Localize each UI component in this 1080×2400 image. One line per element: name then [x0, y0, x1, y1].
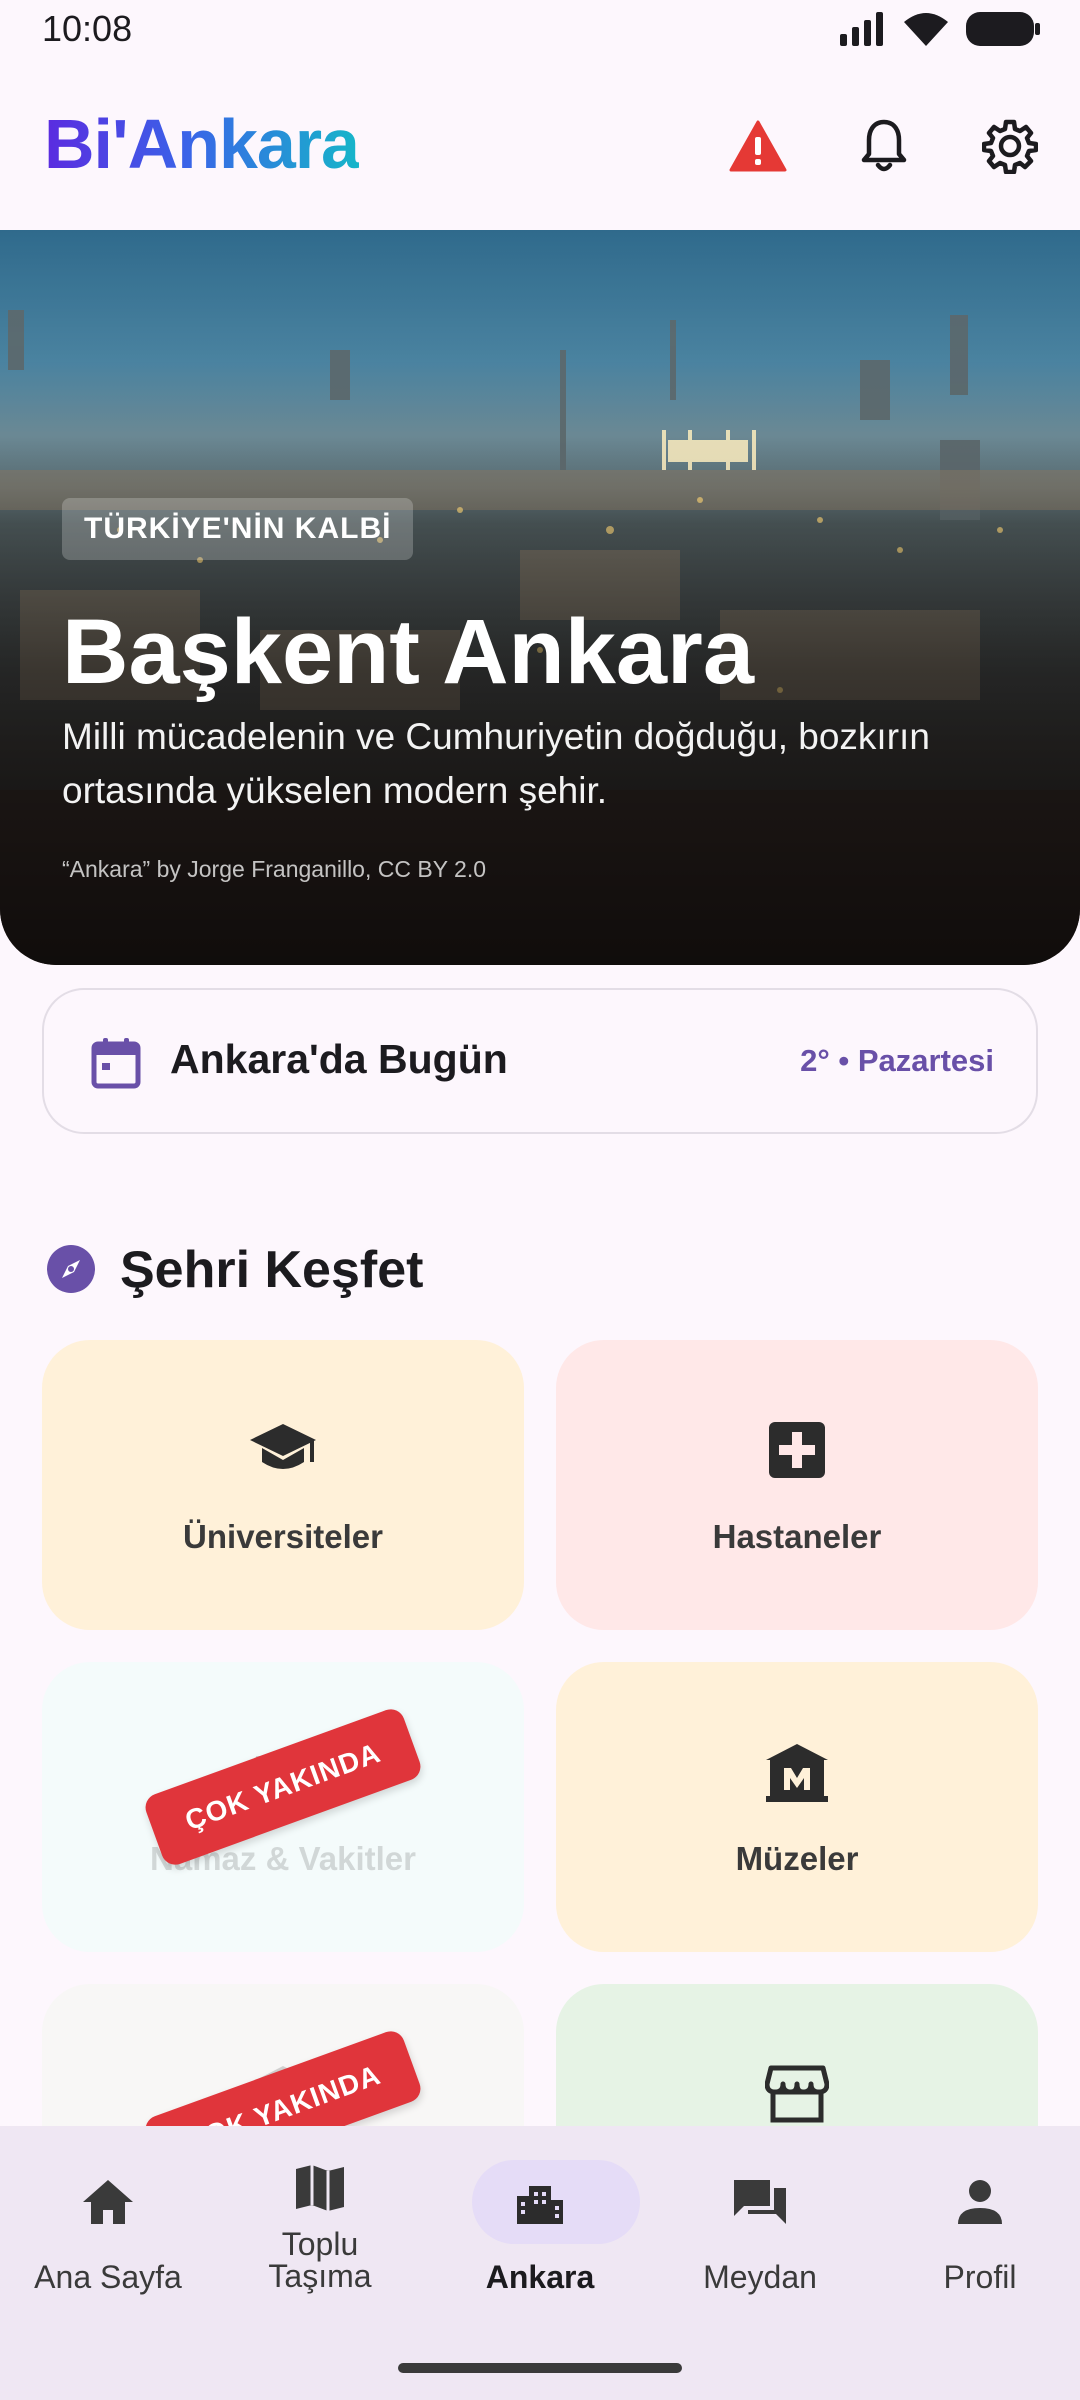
nav-ankara[interactable]: Ankara	[432, 2160, 648, 2340]
nav-label: Meydan	[703, 2259, 817, 2295]
nav-forum[interactable]: Meydan	[652, 2160, 868, 2340]
today-title: Ankara'da Bugün	[170, 1036, 508, 1082]
store-icon	[765, 2065, 829, 2123]
notifications-button[interactable]	[854, 116, 914, 176]
status-icons	[840, 12, 1040, 46]
alert-button[interactable]	[728, 116, 788, 176]
tile-label: Üniversiteler	[183, 1518, 383, 1555]
signal-icon	[840, 12, 883, 46]
hero-title: Başkent Ankara	[62, 601, 755, 703]
top-app-bar: Bi'Ankara	[0, 60, 1080, 230]
hero-subtitle: Milli mücadelenin ve Cumhuriyetin doğduğ…	[62, 716, 930, 811]
wifi-icon	[904, 13, 948, 46]
tile-label: Namaz & Vakitler	[150, 1840, 416, 1877]
tile-museums[interactable]: Müzeler	[556, 1662, 1038, 1952]
app-logo: Bi'Ankara	[44, 105, 360, 183]
section-title: Şehri Keşfet	[120, 1241, 424, 1299]
calendar-icon	[91, 1038, 141, 1089]
status-time: 10:08	[42, 8, 133, 49]
forum-icon	[734, 2180, 786, 2224]
map-icon	[296, 2165, 344, 2211]
warning-triangle-icon	[729, 120, 787, 172]
tile-universities[interactable]: Üniversiteler	[42, 1340, 524, 1630]
image-credit: “Ankara” by Jorge Franganillo, CC BY 2.0	[62, 856, 486, 882]
nav-home[interactable]: Ana Sayfa	[0, 2160, 216, 2340]
nav-label: Ana Sayfa	[34, 2259, 182, 2295]
settings-button[interactable]	[980, 116, 1040, 176]
tile-label: Hastaneler	[712, 1518, 882, 1555]
home-icon	[83, 2180, 133, 2224]
graduation-cap-icon	[250, 1424, 316, 1469]
hero-overlay	[0, 230, 1080, 965]
nav-label: Profil	[943, 2259, 1017, 2295]
hero-banner[interactable]: TÜRKİYE'NİN KALBİ Başkent Ankara Milli m…	[0, 230, 1080, 965]
tile-label: Müzeler	[735, 1840, 859, 1877]
nav-label: Toplu Taşıma	[268, 2226, 372, 2294]
tile-hospitals[interactable]: Hastaneler	[556, 1340, 1038, 1630]
museum-icon	[766, 1744, 828, 1802]
weather-day-summary: 2° • Pazartesi	[800, 1043, 994, 1078]
person-icon	[958, 2180, 1002, 2224]
bell-icon	[861, 119, 907, 172]
compass-icon	[47, 1245, 95, 1293]
gear-icon	[982, 119, 1038, 174]
status-bar: 10:08	[0, 0, 1080, 60]
battery-icon	[966, 12, 1040, 46]
today-card[interactable]: Ankara'da Bugün 2° • Pazartesi	[42, 988, 1038, 1134]
hero-tag: TÜRKİYE'NİN KALBİ	[62, 498, 414, 560]
nav-transit[interactable]: Toplu Taşıma	[212, 2160, 428, 2340]
nav-label: Ankara	[485, 2259, 595, 2295]
app-actions	[728, 116, 1040, 176]
nav-profile[interactable]: Profil	[872, 2160, 1080, 2340]
city-icon	[517, 2186, 563, 2224]
medical-cross-icon	[769, 1422, 825, 1478]
bottom-navigation: Ana Sayfa Toplu Taşıma Ankara Meydan Pro…	[0, 2126, 1080, 2400]
gesture-bar[interactable]	[398, 2363, 682, 2373]
tile-prayer-times[interactable]: Namaz & Vakitler ÇOK YAKINDA	[42, 1662, 524, 1952]
